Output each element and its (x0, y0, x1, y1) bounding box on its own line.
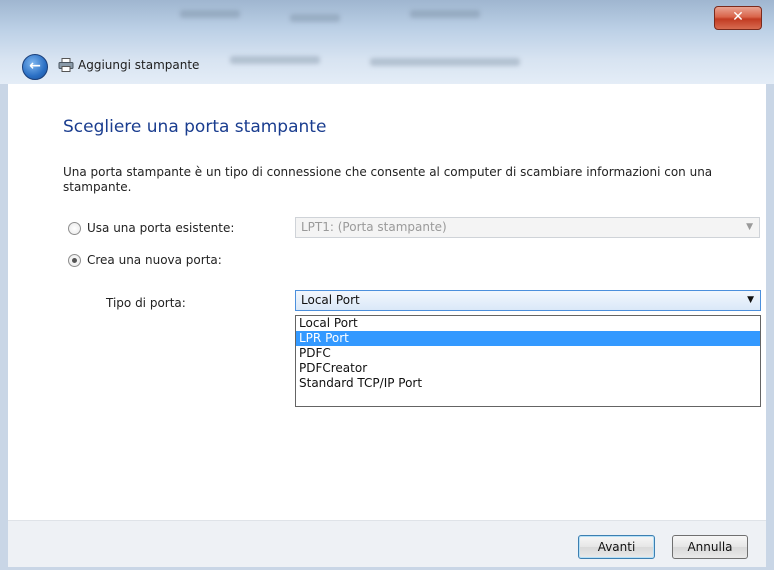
new-port-radio[interactable] (68, 254, 81, 267)
page-heading: Scegliere una porta stampante (63, 117, 327, 137)
port-option-local-port[interactable]: Local Port (296, 316, 760, 331)
back-button[interactable]: ← (22, 54, 48, 80)
next-button[interactable]: Avanti (578, 535, 655, 559)
existing-port-label[interactable]: Usa una porta esistente: (87, 221, 234, 235)
background-blur (180, 10, 240, 18)
port-type-dropdown-list: Local Port LPR Port PDFC PDFCreator Stan… (295, 315, 761, 407)
chevron-down-icon: ▼ (746, 222, 753, 232)
port-option-lpr-port[interactable]: LPR Port (296, 331, 760, 346)
chevron-down-icon: ▼ (747, 295, 754, 305)
page-description: Una porta stampante è un tipo di conness… (63, 165, 713, 194)
port-option-standard-tcpip[interactable]: Standard TCP/IP Port (296, 376, 760, 391)
background-blur (230, 56, 320, 64)
existing-port-value: LPT1: (Porta stampante) (301, 220, 447, 234)
back-arrow-icon: ← (29, 58, 41, 74)
port-type-value: Local Port (301, 293, 360, 307)
window-titlebar: ✕ ← Aggiungi stampante (0, 0, 774, 84)
wizard-content: Scegliere una porta stampante Una porta … (8, 84, 766, 520)
background-blur (290, 14, 340, 22)
new-port-label[interactable]: Crea una nuova porta: (87, 253, 222, 267)
close-icon: ✕ (732, 9, 744, 25)
port-option-pdfc[interactable]: PDFC (296, 346, 760, 361)
existing-port-radio[interactable] (68, 222, 81, 235)
port-type-label: Tipo di porta: (106, 296, 186, 310)
background-blur (410, 10, 480, 18)
port-option-pdfcreator[interactable]: PDFCreator (296, 361, 760, 376)
close-button[interactable]: ✕ (714, 6, 762, 30)
cancel-button[interactable]: Annulla (672, 535, 748, 559)
wizard-footer: Avanti Annulla (8, 520, 766, 567)
existing-port-select[interactable]: LPT1: (Porta stampante) ▼ (295, 217, 760, 238)
printer-icon (58, 58, 74, 72)
port-type-select[interactable]: Local Port ▼ (295, 290, 761, 311)
background-blur (370, 58, 520, 66)
wizard-title: Aggiungi stampante (78, 58, 200, 72)
